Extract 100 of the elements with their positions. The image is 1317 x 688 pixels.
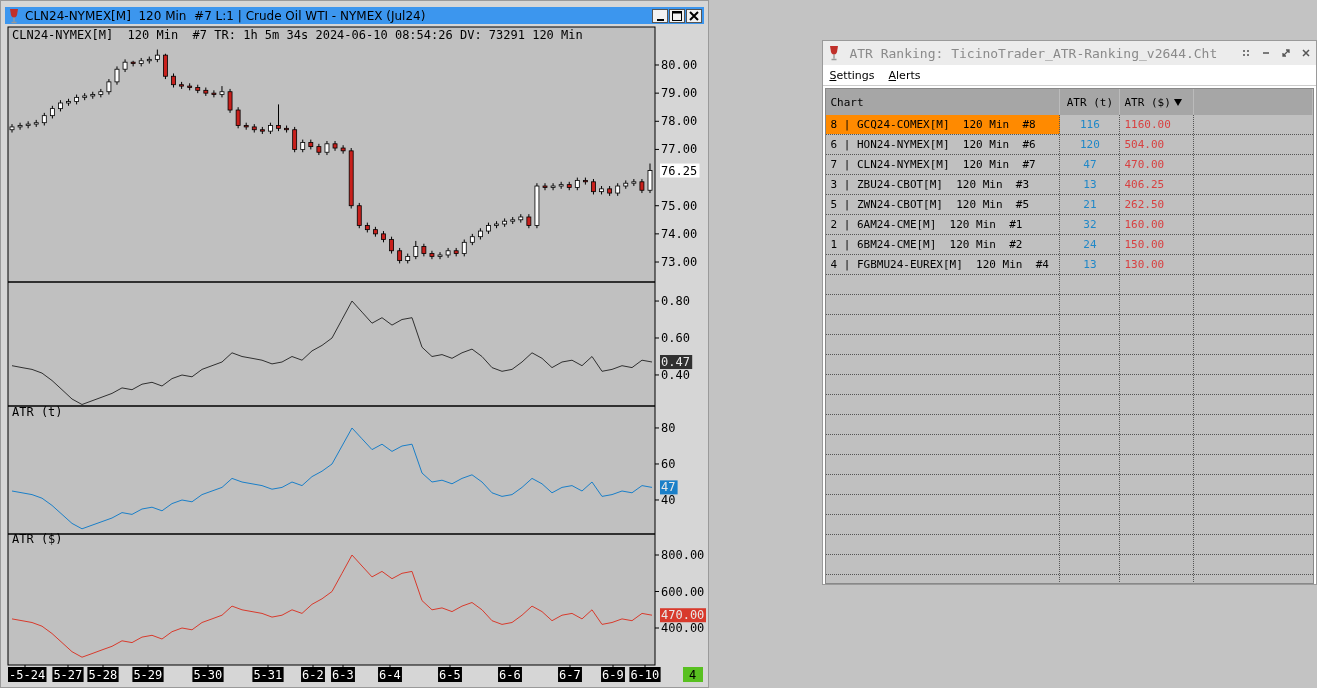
candle — [542, 182, 548, 191]
candle — [98, 88, 104, 98]
chart-cell[interactable]: 3 | ZBU24-CBOT[M] 120 Min #3 — [826, 175, 1061, 194]
candle — [623, 179, 629, 190]
axis-tick-label: 600.00 — [661, 584, 705, 599]
axis-tick-label: 60 — [661, 456, 676, 471]
axis-tick-label: 40 — [661, 492, 676, 507]
candle — [607, 185, 612, 197]
candle — [639, 178, 645, 194]
candle — [558, 181, 564, 190]
menu-item[interactable]: Alerts — [888, 68, 921, 82]
candle — [469, 233, 475, 246]
column-header[interactable]: ATR ($) — [1120, 89, 1195, 115]
axis-tick-label: 77.00 — [661, 142, 698, 157]
last-value-marker: 0.47 — [660, 355, 693, 369]
window-title: ATR Ranking: TicinoTrader_ATR-Ranking_v2644.Cht — [849, 45, 1219, 61]
candle — [591, 178, 596, 195]
candle — [389, 236, 394, 255]
candle — [324, 140, 330, 156]
candle — [251, 123, 257, 134]
menu-item[interactable]: Settings — [829, 68, 875, 82]
close-button[interactable] — [686, 8, 703, 23]
candle — [219, 85, 225, 98]
candle — [259, 126, 265, 135]
candle — [308, 139, 314, 150]
axis-tick-label: 73.00 — [661, 255, 698, 269]
axis-tick-label: 400.00 — [661, 621, 705, 635]
date-label: 6-4 — [378, 667, 402, 682]
chart-cell[interactable]: 7 | CLN24-NYMEX[M] 120 Min #7 — [826, 155, 1061, 174]
chart-cell[interactable]: 4 | FGBMU24-EUREX[M] 120 Min #4 — [826, 255, 1061, 274]
chart-cell[interactable]: 6 | HON24-NYMEX[M] 120 Min #6 — [826, 135, 1061, 154]
candle — [397, 247, 403, 264]
candle — [179, 81, 184, 90]
atr-dollar-cell: 130.00 — [1120, 255, 1195, 274]
candle — [74, 94, 79, 105]
candle — [17, 122, 23, 131]
candle — [413, 240, 419, 260]
chart-cell[interactable]: 8 | GCQ24-COMEX[M] 120 Min #8 — [826, 115, 1061, 134]
candle — [518, 213, 524, 224]
last-value-marker: 76.25 — [660, 163, 700, 178]
atr-ticks-cell: 21 — [1060, 195, 1121, 214]
candle — [292, 126, 298, 153]
date-label: 6-6 — [498, 667, 522, 682]
candle — [82, 92, 88, 101]
atr-ticks-cell: 13 — [1060, 255, 1121, 274]
candle — [154, 49, 160, 63]
candle — [364, 222, 370, 233]
candle — [599, 185, 604, 195]
atr-dollar-cell: 262.50 — [1120, 195, 1195, 214]
atr-ticks-cell: 47 — [1060, 155, 1121, 174]
candle — [574, 177, 580, 191]
candle — [163, 53, 168, 80]
atr-dollar-cell: 406.25 — [1120, 175, 1195, 194]
candle — [615, 182, 621, 197]
maximize-button[interactable] — [669, 8, 686, 23]
candle — [171, 72, 176, 88]
axis-tick-label: 75.00 — [661, 198, 698, 213]
candle — [114, 65, 120, 86]
candle — [332, 140, 338, 152]
atr-ticks-cell: 32 — [1060, 215, 1121, 234]
candle — [453, 247, 459, 257]
candle — [195, 84, 201, 94]
candle — [631, 178, 637, 187]
candle — [494, 220, 499, 229]
minimize-icon[interactable] — [1262, 49, 1270, 57]
chart-cell[interactable]: 2 | 6AM24-CME[M] 120 Min #1 — [826, 215, 1061, 234]
chart-cell[interactable]: 1 | 6BM24-CME[M] 120 Min #2 — [826, 235, 1061, 254]
axis-tick-label: 80.00 — [661, 58, 698, 72]
candle — [268, 122, 273, 135]
candle — [510, 216, 516, 225]
candle — [211, 89, 217, 98]
candle — [429, 250, 435, 260]
minimize-button[interactable] — [652, 8, 669, 23]
candle — [405, 253, 411, 264]
date-label: 5-29 — [132, 667, 164, 682]
atr-dollar-cell: 160.00 — [1120, 215, 1195, 234]
candle — [461, 239, 467, 257]
column-header[interactable]: ATR (t) — [1060, 89, 1121, 115]
atr-dollar-cell: 470.00 — [1120, 155, 1195, 174]
candle — [373, 226, 378, 238]
pane-label: ATR (t) — [12, 405, 63, 419]
candle — [227, 88, 233, 114]
atr-ticks-cell: 116 — [1060, 115, 1121, 134]
candle — [421, 243, 427, 257]
restore-icon[interactable] — [1282, 49, 1290, 57]
date-label: 5-28 — [87, 667, 119, 682]
candle — [445, 247, 451, 259]
wine-glass-icon — [829, 45, 840, 61]
axis-tick-label: 80 — [661, 420, 676, 435]
chart-cell[interactable]: 5 | ZWN24-CBOT[M] 120 Min #5 — [826, 195, 1061, 214]
candle — [316, 143, 322, 156]
candle — [187, 82, 193, 91]
candle — [502, 217, 508, 228]
candle — [130, 60, 136, 67]
candle — [550, 182, 556, 191]
candle — [356, 202, 362, 229]
close-icon[interactable] — [1302, 49, 1310, 57]
candle — [486, 222, 491, 235]
grip-icon[interactable] — [1242, 49, 1250, 57]
candle — [437, 251, 443, 260]
